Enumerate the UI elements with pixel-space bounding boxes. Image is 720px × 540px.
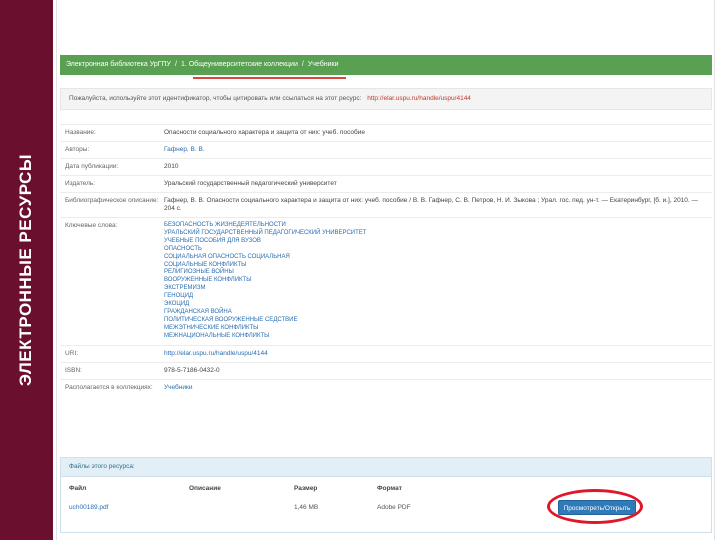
keyword-link[interactable]: РЕЛИГИОЗНЫЕ ВОЙНЫ	[164, 269, 704, 277]
meta-row-keywords: Ключевые слова: БЕЗОПАСНОСТЬ ЖИЗНЕДЕЯТЕЛ…	[60, 217, 712, 345]
meta-value: Опасности социального характера и защита…	[164, 129, 365, 136]
citation-link[interactable]: http://elar.uspu.ru/handle/uspu/4144	[367, 95, 471, 102]
meta-label: Авторы:	[65, 146, 90, 153]
meta-label: URI:	[65, 349, 78, 357]
files-panel: Файлы этого ресурса: Файл Описание Разме…	[60, 457, 712, 533]
keyword-link[interactable]: БЕЗОПАСНОСТЬ ЖИЗНЕДЕЯТЕЛЬНОСТИ	[164, 222, 704, 230]
keyword-link[interactable]: УЧЕБНЫЕ ПОСОБИЯ ДЛЯ ВУЗОВ	[164, 238, 704, 246]
keyword-link[interactable]: ВООРУЖЕННЫЕ КОНФЛИКТЫ	[164, 277, 704, 285]
keyword-link[interactable]: МЕЖНАЦИОНАЛЬНЫЕ КОНФЛИКТЫ	[164, 333, 704, 341]
breadcrumb-item-library[interactable]: Электронная библиотека УрГПУ	[66, 61, 171, 68]
meta-row-citation: Библиографическое описание: Гафнер, В. В…	[60, 192, 712, 217]
divider-line	[56, 0, 57, 540]
meta-label: ISBN:	[65, 366, 82, 374]
meta-row-title: Название: Опасности социального характер…	[60, 124, 712, 141]
meta-row-authors: Авторы: Гафнер, В. В.	[60, 141, 712, 158]
breadcrumb-separator: /	[175, 61, 177, 68]
column-header-size: Размер	[294, 485, 318, 492]
meta-row-collection: Располагается в коллекциях: Учебники	[60, 378, 712, 396]
file-size: 1,46 MB	[294, 504, 319, 511]
meta-label: Располагается в коллекциях:	[65, 383, 153, 391]
keyword-link[interactable]: ОПАСНОСТЬ	[164, 246, 704, 254]
divider-line	[714, 0, 715, 540]
author-link[interactable]: Гафнер, В. В.	[164, 146, 712, 154]
keyword-link[interactable]: СОЦИАЛЬНАЯ ОПАСНОСТЬ СОЦИАЛЬНАЯ	[164, 254, 704, 262]
meta-row-isbn: ISBN: 978-5-7186-0432-0	[60, 361, 712, 379]
keyword-link[interactable]: ПОЛИТИЧЕСКАЯ ВООРУЖЕННЫЕ СЕДСТВИЕ	[164, 317, 704, 325]
file-name-link[interactable]: uch00189.pdf	[69, 504, 108, 511]
meta-label: Библиографическое описание:	[65, 197, 159, 204]
file-format: Adobe PDF	[377, 504, 411, 511]
breadcrumb-item-textbooks[interactable]: Учебники	[308, 61, 339, 68]
meta-label: Ключевые слова:	[65, 222, 118, 229]
meta-value: Гафнер, В. В. Опасности социального хара…	[164, 197, 699, 212]
keyword-link[interactable]: СОЦИАЛЬНЫЕ КОНФЛИКТЫ	[164, 262, 704, 270]
metadata-table: Название: Опасности социального характер…	[60, 124, 712, 396]
breadcrumb: Электронная библиотека УрГПУ/1. Общеунив…	[60, 55, 712, 75]
keyword-link[interactable]: ЭКСТРЕМИЗМ	[164, 285, 704, 293]
meta-value: 2010	[164, 163, 179, 170]
breadcrumb-separator: /	[301, 61, 304, 68]
view-open-button[interactable]: Просмотреть/Открыть	[558, 500, 636, 515]
sidebar-band: ЭЛЕКТРОННЫЕ РЕСУРСЫ	[0, 0, 53, 540]
meta-row-date: Дата публикации: 2010	[60, 158, 712, 175]
meta-label: Название:	[65, 129, 96, 136]
citation-notice: Пожалуйста, используйте этот идентификат…	[60, 88, 712, 110]
column-header-description: Описание	[189, 485, 221, 492]
breadcrumb-item-collections[interactable]: 1. Общеуниверситетские коллекции	[181, 61, 298, 68]
meta-row-publisher: Издатель: Уральский государственный педа…	[60, 175, 712, 192]
meta-label: Дата публикации:	[65, 163, 119, 170]
meta-value: 978-5-7186-0432-0	[164, 366, 220, 374]
meta-value: Уральский государственный педагогический…	[164, 180, 337, 187]
files-heading: Файлы этого ресурса:	[61, 458, 711, 477]
column-header-format: Формат	[377, 485, 402, 492]
uri-link[interactable]: http://elar.uspu.ru/handle/uspu/4144	[164, 350, 712, 358]
meta-row-uri: URI: http://elar.uspu.ru/handle/uspu/414…	[60, 344, 712, 362]
sidebar-title: ЭЛЕКТРОННЫЕ РЕСУРСЫ	[16, 153, 35, 387]
keyword-list: БЕЗОПАСНОСТЬ ЖИЗНЕДЕЯТЕЛЬНОСТИ УРАЛЬСКИЙ…	[164, 222, 712, 341]
keyword-link[interactable]: УРАЛЬСКИЙ ГОСУДАРСТВЕННЫЙ ПЕДАГОГИЧЕСКИЙ…	[164, 230, 704, 238]
keyword-link[interactable]: МЕЖЭТНИЧЕСКИЕ КОНФЛИКТЫ	[164, 325, 704, 333]
meta-label: Издатель:	[65, 180, 96, 187]
citation-text: Пожалуйста, используйте этот идентификат…	[69, 95, 362, 102]
keyword-link[interactable]: ГЕНОЦИД	[164, 293, 704, 301]
breadcrumb-highlight	[193, 77, 346, 79]
column-header-file: Файл	[69, 485, 87, 492]
collection-link[interactable]: Учебники	[164, 384, 712, 392]
keyword-link[interactable]: ГРАЖДАНСКАЯ ВОЙНА	[164, 309, 704, 317]
keyword-link[interactable]: ЭКОЦИД	[164, 301, 704, 309]
